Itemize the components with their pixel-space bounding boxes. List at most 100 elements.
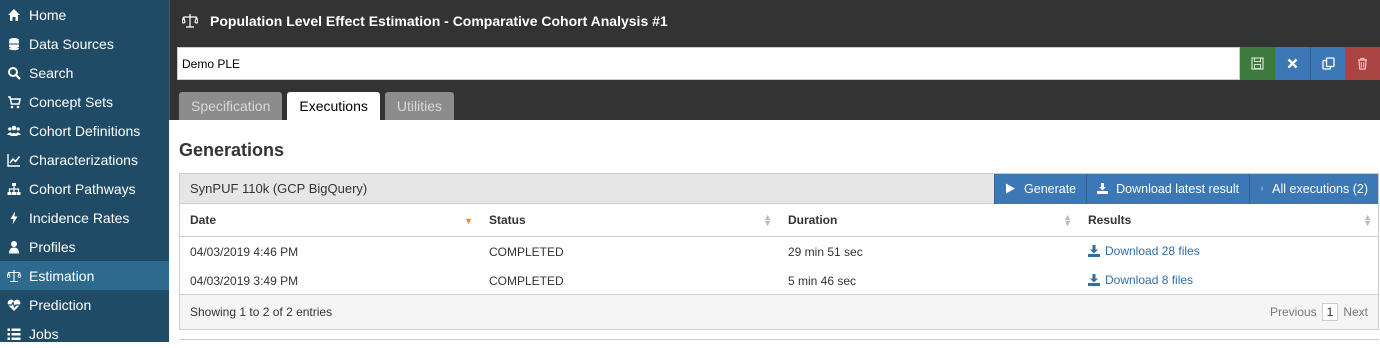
cell-date: 04/03/2019 4:46 PM xyxy=(190,245,299,260)
sidebar-item-label: Characterizations xyxy=(29,151,138,168)
column-label: Duration xyxy=(788,212,838,227)
sort-icon: ▲ ▼ xyxy=(763,212,772,228)
generate-button[interactable]: Generate xyxy=(994,173,1087,204)
all-executions-button[interactable]: All executions (2) xyxy=(1249,173,1378,204)
page-title-row: Population Level Effect Estimation - Com… xyxy=(170,0,1380,42)
user-icon xyxy=(6,240,22,254)
sidebar-item-label: Concept Sets xyxy=(29,93,114,110)
sidebar-item-label: Data Sources xyxy=(29,35,114,52)
executions-table: Date ▼ Status ▲ ▼ Duration ▲ ▼ Results ▲ ▼ xyxy=(180,204,1378,296)
sidebar-item-jobs[interactable]: Jobs xyxy=(0,319,169,348)
copy-icon xyxy=(1321,57,1335,70)
download-link-label: Download 28 files xyxy=(1105,244,1200,259)
sidebar-item-prediction[interactable]: Prediction xyxy=(0,290,169,319)
column-header-duration[interactable]: Duration ▲ ▼ xyxy=(778,204,1078,237)
column-header-date[interactable]: Date ▼ xyxy=(180,204,479,237)
trash-icon xyxy=(1358,57,1367,70)
table-row: 04/03/2019 4:46 PM COMPLETED 29 min 51 s… xyxy=(180,236,1378,266)
cart-icon xyxy=(6,95,22,109)
copy-button[interactable] xyxy=(1310,47,1345,80)
sidebar-item-home[interactable]: Home xyxy=(0,0,169,29)
source-name: SynPUF 110k (GCP BigQuery) xyxy=(190,181,368,196)
sidebar-item-data-sources[interactable]: Data Sources xyxy=(0,29,169,58)
line-chart-icon xyxy=(6,153,22,167)
sidebar-item-label: Cohort Pathways xyxy=(29,180,136,197)
download-link-label: Download 8 files xyxy=(1105,273,1194,287)
users-icon xyxy=(6,124,22,138)
sidebar-item-profiles[interactable]: Profiles xyxy=(0,232,169,261)
sidebar-item-label: Search xyxy=(29,64,74,81)
sidebar-item-label: Cohort Definitions xyxy=(29,122,141,139)
section-title: Generations xyxy=(179,140,285,160)
column-header-status[interactable]: Status ▲ ▼ xyxy=(479,204,778,237)
table-row: 04/03/2019 3:49 PM COMPLETED 5 min 46 se… xyxy=(180,266,1378,296)
download-icon xyxy=(1088,274,1100,286)
sidebar-item-label: Home xyxy=(29,6,67,23)
sidebar-item-label: Prediction xyxy=(29,296,92,313)
list-icon xyxy=(6,327,22,341)
delete-button[interactable] xyxy=(1345,47,1380,80)
heartbeat-icon xyxy=(6,298,22,312)
sidebar-item-label: Estimation xyxy=(29,267,95,284)
tab-bar: Specification Executions Utilities xyxy=(179,92,459,120)
cell-status: COMPLETED xyxy=(489,274,564,288)
download-icon xyxy=(1097,183,1109,194)
page-title: Population Level Effect Estimation - Com… xyxy=(210,13,668,29)
pagination: Previous 1 Next xyxy=(1265,303,1368,321)
download-latest-label: Download latest result xyxy=(1116,181,1240,196)
executions-content: Generations SynPUF 110k (GCP BigQuery) G… xyxy=(179,120,1379,330)
cell-results: Download 8 files xyxy=(1078,266,1378,296)
close-icon xyxy=(1287,58,1298,69)
sidebar-item-concept-sets[interactable]: Concept Sets xyxy=(0,87,169,116)
all-executions-label: All executions (2) xyxy=(1272,181,1368,196)
cell-status: COMPLETED xyxy=(489,245,564,260)
play-icon xyxy=(1006,183,1016,194)
sort-icon: ▲ ▼ xyxy=(1363,212,1372,228)
column-header-results[interactable]: Results ▲ ▼ xyxy=(1078,204,1378,237)
balance-scale-icon xyxy=(182,13,198,29)
sidebar-item-search[interactable]: Search xyxy=(0,58,169,87)
home-icon xyxy=(6,8,22,22)
panel-header: SynPUF 110k (GCP BigQuery) Generate Down… xyxy=(180,173,1378,204)
download-latest-button[interactable]: Download latest result xyxy=(1086,173,1250,204)
save-button[interactable] xyxy=(1240,47,1275,80)
pagination-previous[interactable]: Previous xyxy=(1270,305,1317,319)
save-icon xyxy=(1251,57,1264,70)
cell-date: 04/03/2019 3:49 PM xyxy=(190,274,299,288)
column-label: Date xyxy=(190,212,217,227)
search-icon xyxy=(6,66,22,80)
sidebar-item-estimation[interactable]: Estimation xyxy=(0,261,169,290)
sidebar: Home Data Sources Search Concept Sets Co… xyxy=(0,0,169,342)
sort-desc-icon: ▼ xyxy=(464,216,473,226)
download-results-link[interactable]: Download 28 files xyxy=(1088,244,1200,258)
column-label: Status xyxy=(489,212,526,227)
cell-duration: 29 min 51 sec xyxy=(788,245,863,260)
analysis-name-input[interactable] xyxy=(177,47,1240,80)
ellipsis-vertical-icon xyxy=(1261,186,1263,191)
tab-specification[interactable]: Specification xyxy=(179,92,283,120)
tab-executions[interactable]: Executions xyxy=(287,92,380,120)
tab-utilities[interactable]: Utilities xyxy=(384,92,454,120)
cell-duration: 5 min 46 sec xyxy=(788,274,857,288)
sidebar-item-label: Incidence Rates xyxy=(29,209,130,226)
cell-results: Download 28 files xyxy=(1078,236,1378,266)
download-results-link[interactable]: Download 8 files xyxy=(1088,273,1193,287)
sort-icon: ▲ ▼ xyxy=(1063,212,1072,228)
database-icon xyxy=(6,37,22,51)
close-button[interactable] xyxy=(1275,47,1310,80)
bolt-icon xyxy=(6,211,22,225)
sidebar-item-cohort-pathways[interactable]: Cohort Pathways xyxy=(0,174,169,203)
sidebar-item-incidence-rates[interactable]: Incidence Rates xyxy=(0,203,169,232)
generate-label: Generate xyxy=(1024,181,1077,196)
sitemap-icon xyxy=(6,182,22,196)
sidebar-item-characterizations[interactable]: Characterizations xyxy=(0,145,169,174)
table-footer: Showing 1 to 2 of 2 entries Previous 1 N… xyxy=(180,294,1378,329)
name-row xyxy=(177,47,1380,80)
column-label: Results xyxy=(1088,212,1132,227)
download-icon xyxy=(1088,245,1100,258)
pagination-next[interactable]: Next xyxy=(1343,305,1368,319)
table-info: Showing 1 to 2 of 2 entries xyxy=(190,305,333,319)
sidebar-item-cohort-definitions[interactable]: Cohort Definitions xyxy=(0,116,169,145)
pagination-page-1[interactable]: 1 xyxy=(1321,303,1339,321)
balance-scale-icon xyxy=(6,269,22,283)
